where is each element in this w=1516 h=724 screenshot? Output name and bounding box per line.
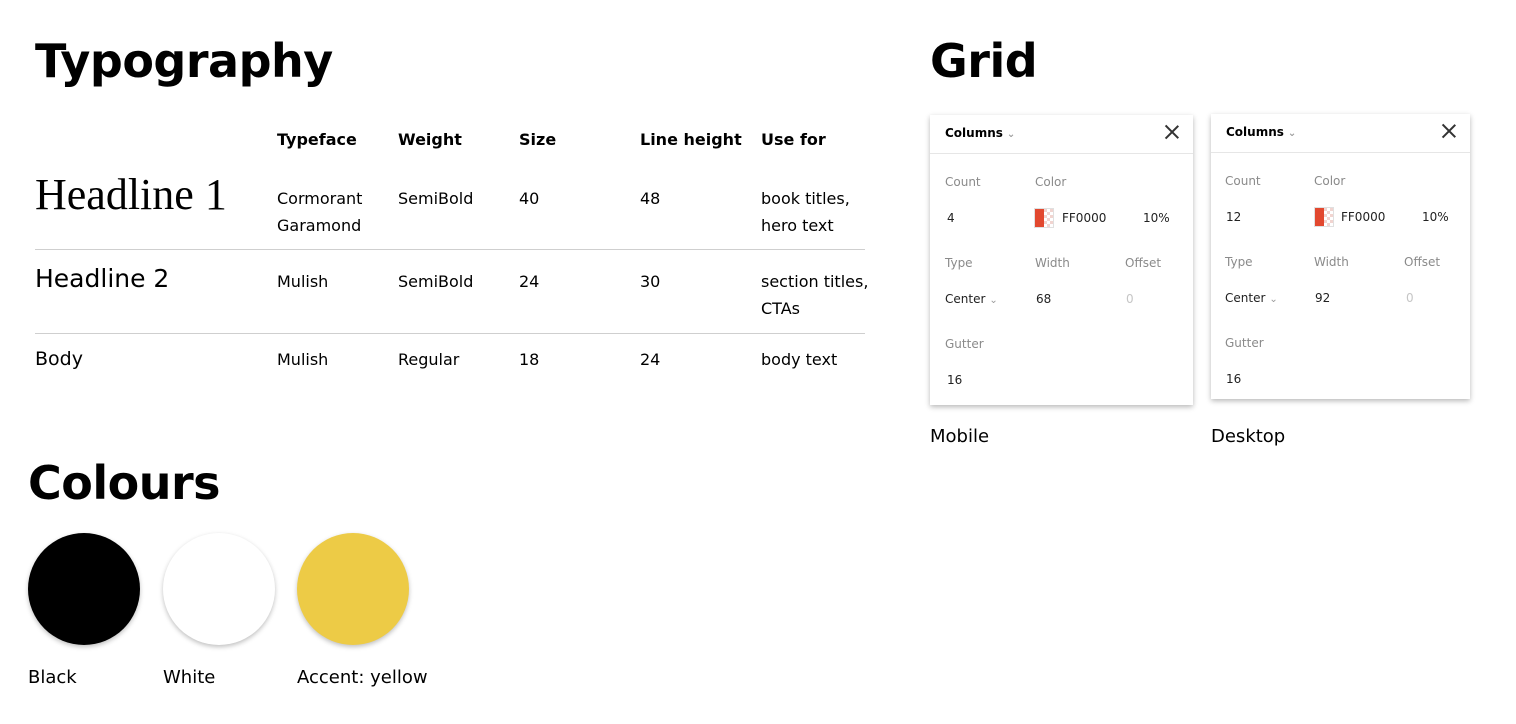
gutter-label: Gutter [1225,336,1264,350]
swatch-circle [163,533,275,645]
use-for-cell: section titles, CTAs [761,272,869,318]
header-typeface: Typeface [277,130,357,149]
line-height-cell: 24 [640,350,661,369]
count-label: Count [945,175,981,189]
line-height-cell: 48 [640,189,661,208]
size-cell: 24 [519,272,540,291]
header-use-for: Use for [761,130,826,149]
width-label: Width [1035,256,1070,270]
typography-table: Typeface Weight Size Line height Use for… [35,130,869,384]
grid-title: Grid [930,34,1038,88]
header-weight: Weight [398,130,462,149]
swatch-circle [28,533,140,645]
offset-input[interactable]: 0 [1126,292,1134,306]
color-hex-input[interactable]: FF0000 [1062,211,1106,225]
weight-cell: Regular [398,350,460,369]
type-select[interactable]: Center ⌄ [1225,291,1278,305]
typeface-cell: Cormorant Garamond [277,189,363,235]
typography-title: Typography [35,34,333,88]
layout-grid-panel-desktop: Columns ⌄ Count Color 12 FF0000 10% Type … [1211,114,1470,399]
columns-dropdown[interactable]: Columns ⌄ [1226,125,1296,139]
size-cell: 40 [519,189,540,208]
chevron-down-icon: ⌄ [1006,129,1016,140]
size-cell: 18 [519,350,540,369]
count-input[interactable]: 12 [1226,210,1241,224]
gutter-input[interactable]: 16 [947,373,962,387]
table-row: Headline 2 Mulish SemiBold 24 30 section… [35,250,869,334]
offset-label: Offset [1404,255,1441,269]
line-height-cell: 30 [640,272,661,291]
header-size: Size [519,130,557,149]
type-select[interactable]: Center ⌄ [945,292,998,306]
offset-input[interactable]: 0 [1406,291,1414,305]
swatch-label: Accent: yellow [297,667,428,688]
body-sample: Body [35,348,83,370]
colour-swatch-black: Black [28,533,140,688]
gutter-label: Gutter [945,337,984,351]
close-icon[interactable] [1440,122,1458,140]
typography-table-header: Typeface Weight Size Line height Use for [35,130,865,173]
panel-header: Columns ⌄ [930,115,1193,154]
count-input[interactable]: 4 [947,211,955,225]
width-input[interactable]: 92 [1315,291,1330,305]
layout-grid-panel-mobile: Columns ⌄ Count Color 4 FF0000 10% Type W… [930,115,1193,405]
table-row: Headline 1 Cormorant Garamond SemiBold 4… [35,173,865,250]
type-label: Type [1225,255,1253,269]
headline-2-sample: Headline 2 [35,264,170,293]
use-for-cell: body text [761,350,838,369]
color-chip[interactable] [1314,207,1334,227]
weight-cell: SemiBold [398,189,474,208]
grid-caption-mobile: Mobile [930,426,990,447]
typeface-cell: Mulish [277,350,329,369]
grid-caption-desktop: Desktop [1211,426,1286,447]
header-line-height: Line height [640,130,742,149]
swatch-label: Black [28,667,77,688]
color-label: Color [1314,174,1346,188]
typeface-cell: Mulish [277,272,329,291]
close-icon[interactable] [1163,123,1181,141]
chevron-down-icon: ⌄ [1287,128,1297,139]
colour-swatch-yellow: Accent: yellow [297,533,428,688]
color-chip[interactable] [1034,208,1054,228]
swatch-circle [297,533,409,645]
opacity-input[interactable]: 10% [1143,211,1170,225]
chevron-down-icon: ⌄ [1269,294,1278,305]
colours-title: Colours [28,456,221,510]
swatch-label: White [163,667,216,688]
offset-label: Offset [1125,256,1162,270]
colour-swatch-white: White [163,533,275,688]
color-label: Color [1035,175,1067,189]
weight-cell: SemiBold [398,272,474,291]
columns-dropdown[interactable]: Columns ⌄ [945,126,1015,140]
count-label: Count [1225,174,1261,188]
chevron-down-icon: ⌄ [989,295,998,306]
headline-1-sample: Headline 1 [35,170,227,219]
gutter-input[interactable]: 16 [1226,372,1241,386]
width-input[interactable]: 68 [1036,292,1051,306]
width-label: Width [1314,255,1349,269]
type-label: Type [945,256,973,270]
use-for-cell: book titles, hero text [761,189,850,235]
panel-header: Columns ⌄ [1211,114,1470,153]
color-hex-input[interactable]: FF0000 [1341,210,1385,224]
opacity-input[interactable]: 10% [1422,210,1449,224]
table-row: Body Mulish Regular 18 24 body text [35,334,865,384]
